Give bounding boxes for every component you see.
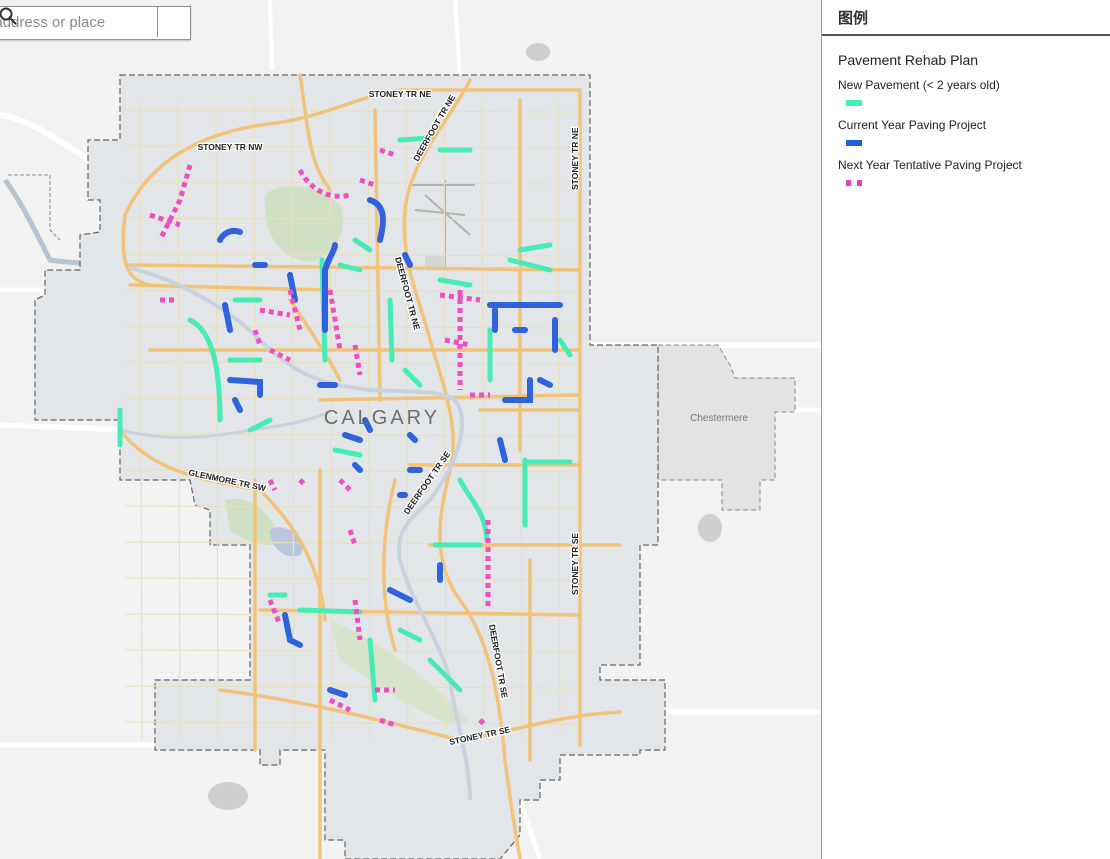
road-label-stoney-e: STONEY TR NE xyxy=(570,127,580,190)
legend-header: 图例 xyxy=(822,0,1110,36)
legend-item-label: Current Year Paving Project xyxy=(838,118,987,132)
new-pavement-segment xyxy=(297,607,363,615)
current-year-swatch xyxy=(846,140,862,146)
road-label-stoney-se: STONEY TR SE xyxy=(570,533,580,595)
search-input[interactable] xyxy=(0,7,157,37)
search-icon xyxy=(0,7,17,25)
current-project-segment xyxy=(352,462,363,473)
legend-item-new-pavement: New Pavement (< 2 years old) xyxy=(838,78,1095,106)
next-year-swatch xyxy=(846,180,862,186)
map-view[interactable]: Chestermere CALGARY STONEY TR NE STONEY … xyxy=(0,0,821,859)
search-widget xyxy=(0,6,191,40)
legend-item-label: New Pavement (< 2 years old) xyxy=(838,78,1000,92)
city-label: CALGARY xyxy=(324,407,440,429)
legend-item-next-year: Next Year Tentative Paving Project xyxy=(838,158,1095,186)
road-label-stoney-ne: STONEY TR NE xyxy=(369,89,432,99)
map-canvas[interactable]: Chestermere CALGARY STONEY TR NE STONEY … xyxy=(0,0,821,859)
road-label-stoney-nw: STONEY TR NW xyxy=(198,142,264,152)
current-project-segment xyxy=(407,432,418,443)
search-button[interactable] xyxy=(0,7,190,37)
legend-item-current-year: Current Year Paving Project xyxy=(838,118,1095,146)
chestermere-label: Chestermere xyxy=(690,413,748,424)
legend-item-label: Next Year Tentative Paving Project xyxy=(838,158,1022,172)
new-pavement-swatch xyxy=(846,100,862,106)
legend-panel: 图例 Pavement Rehab Plan New Pavement (< 2… xyxy=(821,0,1110,859)
legend-body: Pavement Rehab Plan New Pavement (< 2 ye… xyxy=(822,36,1110,212)
new-pavement-segment xyxy=(387,297,395,363)
legend-layer-title: Pavement Rehab Plan xyxy=(838,52,979,68)
